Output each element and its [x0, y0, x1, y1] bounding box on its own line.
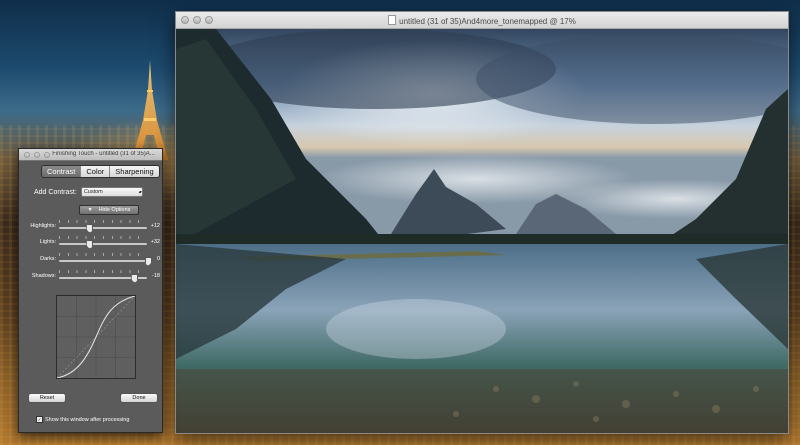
shadows-slider-row: Shadows: -18 — [24, 270, 160, 285]
highlights-value: +12 — [150, 223, 160, 229]
tab-bar: Contrast Color Sharpening — [41, 165, 160, 178]
darks-label: Darks: — [40, 256, 56, 262]
darks-slider-row: Darks: 0 — [24, 253, 160, 268]
landscape-photo — [176, 29, 788, 433]
tab-sharpening[interactable]: Sharpening — [110, 166, 159, 177]
add-contrast-select[interactable]: Custom — [80, 187, 143, 197]
lights-slider-row: Lights: +32 — [24, 236, 160, 251]
tab-color[interactable]: Color — [81, 166, 111, 177]
contrast-curve-graph[interactable] — [56, 295, 136, 379]
add-contrast-row: Add Contrast: Custom — [34, 187, 143, 197]
hide-options-button[interactable]: ▼ Hide Options — [79, 205, 139, 215]
lights-label: Lights: — [39, 239, 56, 245]
panel-title: Finishing Touch - untitled (31 of 35)A..… — [52, 151, 155, 157]
image-window: untitled (31 of 35)And4more_tonemapped @… — [175, 11, 789, 434]
shadows-value: -18 — [152, 273, 160, 279]
slider-ticks — [59, 220, 147, 223]
image-window-title: untitled (31 of 35)And4more_tonemapped @… — [399, 17, 576, 26]
show-window-row: ✓ Show this window after processing — [36, 416, 129, 423]
disclosure-triangle-icon: ▼ — [87, 207, 93, 213]
done-button[interactable]: Done — [120, 393, 158, 403]
add-contrast-label: Add Contrast: — [34, 188, 77, 196]
slider-ticks — [59, 236, 147, 239]
darks-slider[interactable] — [59, 260, 147, 262]
document-icon — [388, 15, 397, 25]
tab-contrast[interactable]: Contrast — [42, 166, 82, 177]
darks-value: 0 — [156, 256, 160, 262]
shadows-label: Shadows: — [31, 273, 56, 279]
highlights-label: Highlights: — [30, 223, 56, 229]
lights-slider[interactable] — [59, 243, 147, 245]
highlights-slider[interactable] — [59, 227, 147, 229]
highlights-knob[interactable] — [86, 224, 94, 233]
finishing-touch-panel: Finishing Touch - untitled (31 of 35)A..… — [18, 148, 163, 433]
show-window-checkbox[interactable]: ✓ — [36, 416, 43, 423]
lights-knob[interactable] — [86, 240, 94, 249]
highlights-slider-row: Highlights: +12 — [24, 220, 160, 235]
slider-ticks — [59, 253, 147, 256]
shadows-knob[interactable] — [131, 274, 139, 283]
eiffel-tower-image — [132, 60, 168, 160]
panel-titlebar[interactable]: Finishing Touch - untitled (31 of 35)A..… — [19, 149, 162, 161]
lights-value: +32 — [150, 239, 160, 245]
reset-button[interactable]: Reset — [28, 393, 66, 403]
show-window-label: Show this window after processing — [45, 416, 130, 423]
image-window-titlebar[interactable]: untitled (31 of 35)And4more_tonemapped @… — [176, 12, 788, 29]
slider-ticks — [59, 270, 147, 273]
hide-options-label: Hide Options — [98, 207, 131, 213]
